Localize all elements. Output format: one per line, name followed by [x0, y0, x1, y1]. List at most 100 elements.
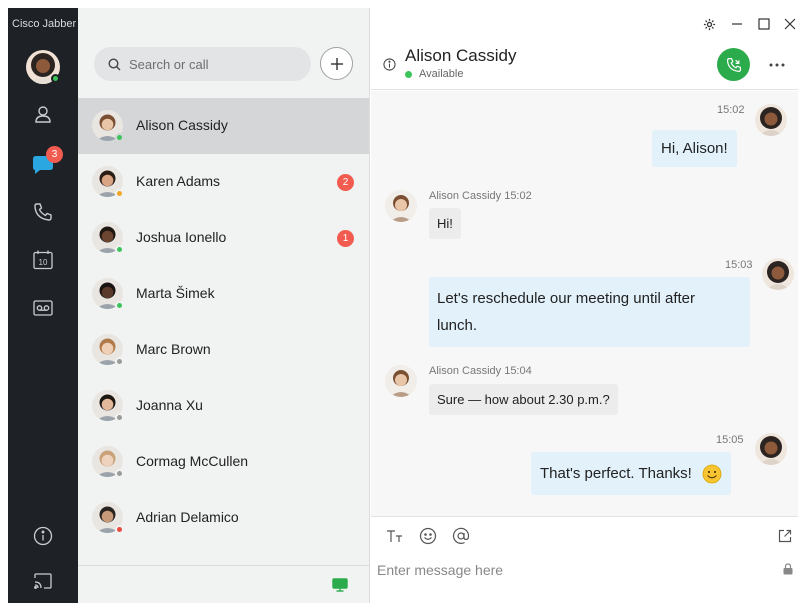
chat-panel: Alison Cassidy Available 15:02 Hi, Aliso…	[371, 8, 798, 603]
gear-icon	[703, 18, 715, 30]
close-icon	[784, 18, 796, 30]
presence-dot	[115, 413, 124, 422]
desktop-share-icon[interactable]	[332, 578, 348, 592]
contact-name: Marta Šimek	[136, 285, 215, 301]
list-footer	[78, 565, 369, 603]
contact-message-avatar	[385, 365, 417, 397]
contact-name: Joanna Xu	[136, 397, 203, 413]
at-sign-icon	[452, 527, 470, 544]
contact-info-icon[interactable]	[383, 58, 396, 71]
person-icon	[35, 106, 51, 123]
message-time: 15:03	[725, 259, 753, 271]
calendar-day: 10	[39, 258, 48, 267]
search-input[interactable]: Search or call	[94, 47, 311, 81]
contact-item[interactable]: Joanna Xu	[78, 378, 369, 434]
contact-item[interactable]: Alison Cassidy	[78, 98, 369, 154]
search-placeholder: Search or call	[129, 56, 209, 72]
phone-call-icon	[726, 57, 741, 72]
cast-button[interactable]	[28, 566, 58, 596]
contact-name: Marc Brown	[136, 341, 211, 357]
close-button[interactable]	[782, 16, 798, 32]
jabber-window: Cisco Jabber 3 10 Search or call Alison …	[8, 8, 798, 603]
contact-name: Alison Cassidy	[136, 117, 228, 133]
contact-item[interactable]: Karen Adams 2	[78, 154, 369, 210]
contact-item[interactable]: Marc Brown	[78, 322, 369, 378]
text-format-button[interactable]	[384, 525, 406, 547]
unread-badge: 2	[337, 174, 354, 191]
plus-icon	[330, 57, 343, 70]
cast-icon	[34, 573, 52, 589]
popout-button[interactable]	[774, 525, 796, 547]
contact-item[interactable]: Marta Šimek	[78, 266, 369, 322]
emoji-button[interactable]	[417, 525, 439, 547]
presence-dot	[115, 525, 124, 534]
chat-header: Alison Cassidy Available	[371, 38, 798, 90]
presence-dot	[115, 245, 124, 254]
message-line: Let's reschedule our meeting until after	[437, 290, 696, 307]
minimize-button[interactable]	[729, 16, 745, 32]
meetings-nav-button[interactable]: 10	[28, 245, 58, 275]
message-bubble: Let's reschedule our meeting until after…	[429, 277, 750, 347]
contact-name: Karen Adams	[136, 173, 221, 189]
voicemail-icon	[33, 300, 53, 316]
mention-button[interactable]	[450, 525, 472, 547]
info-icon	[33, 526, 53, 546]
chat-contact-status: Available	[419, 68, 464, 80]
app-title: Cisco Jabber	[12, 18, 77, 30]
contact-name: Adrian Delamico	[136, 509, 239, 525]
message-time: 15:02	[717, 104, 745, 116]
message-bubble: Hi!	[429, 208, 461, 239]
message-time: 15:05	[716, 434, 744, 446]
contact-list-panel: Search or call Alison Cassidy Karen Adams…	[78, 8, 370, 603]
voicemail-nav-button[interactable]	[28, 293, 58, 323]
text-format-icon	[387, 530, 402, 542]
more-icon	[769, 63, 785, 67]
navigation-rail: Cisco Jabber 3 10	[8, 8, 78, 603]
message-input[interactable]: Enter message here	[377, 562, 503, 578]
maximize-icon	[758, 18, 770, 30]
message-bubble: That's perfect. Thanks!	[531, 452, 731, 495]
contact-item[interactable]: Cormag McCullen	[78, 434, 369, 490]
message-sender: Alison Cassidy 15:04	[429, 365, 532, 377]
search-icon	[108, 57, 121, 70]
presence-dot	[115, 357, 124, 366]
contact-message-avatar	[385, 190, 417, 222]
help-button[interactable]	[28, 521, 58, 551]
message-bubble: Sure — how about 2.30 p.m.?	[429, 384, 618, 415]
chat-unread-badge: 3	[46, 146, 63, 163]
emoji-icon	[419, 527, 437, 545]
message-line: lunch.	[437, 317, 478, 334]
message-history: 15:02 Hi, Alison! Alison Cassidy 15:02 H…	[371, 91, 798, 516]
presence-dot	[115, 189, 124, 198]
smiley-emoji-icon	[702, 464, 722, 484]
contact-item[interactable]: Joshua Ionello 1	[78, 210, 369, 266]
my-message-avatar	[755, 433, 787, 465]
lock-icon	[783, 563, 793, 575]
settings-button[interactable]	[701, 16, 717, 32]
contact-name: Cormag McCullen	[136, 453, 249, 469]
call-button[interactable]	[717, 48, 750, 81]
contact-name: Joshua Ionello	[136, 229, 227, 245]
message-sender: Alison Cassidy 15:02	[429, 190, 532, 202]
more-options-button[interactable]	[769, 54, 785, 72]
calendar-icon: 10	[33, 250, 53, 270]
my-presence-dot	[51, 74, 60, 83]
my-message-avatar	[755, 104, 787, 136]
message-text: That's perfect. Thanks!	[540, 465, 692, 482]
contact-item[interactable]: Adrian Delamico	[78, 490, 369, 546]
phone-icon	[34, 203, 52, 221]
popout-icon	[778, 529, 792, 543]
unread-badge: 1	[337, 230, 354, 247]
calls-nav-button[interactable]	[28, 197, 58, 227]
chat-contact-name: Alison Cassidy	[405, 46, 517, 65]
message-bubble: Hi, Alison!	[652, 130, 737, 167]
presence-dot	[115, 469, 124, 478]
maximize-button[interactable]	[756, 16, 772, 32]
chat-presence-dot	[405, 71, 412, 78]
contacts-nav-button[interactable]	[28, 99, 58, 129]
add-contact-button[interactable]	[320, 47, 353, 80]
message-composer: Enter message here	[371, 516, 798, 603]
my-message-avatar	[762, 258, 794, 290]
minimize-icon	[732, 23, 742, 25]
presence-dot	[115, 133, 124, 142]
